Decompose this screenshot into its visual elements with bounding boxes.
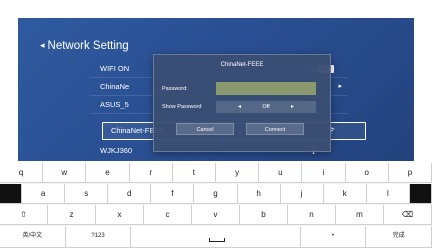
key-z[interactable]: z [48,205,96,225]
key-q[interactable]: q [0,163,44,183]
key-v[interactable]: v [192,205,240,225]
chevron-left-icon[interactable]: ◂ [40,40,45,50]
key-l[interactable]: l [366,184,410,204]
shift-key[interactable]: ⇧ [0,205,48,225]
key-b[interactable]: b [240,205,288,225]
wifi-on-label: WIFI ON [100,64,130,73]
dialog-title: ChinaNet-FEEE [220,62,264,68]
space-key[interactable] [131,226,301,248]
keyboard-row-1: q w e r t y u i o p [0,163,432,183]
key-w[interactable]: w [43,163,87,183]
keyboard-row-4: 英/中文 ?123 • 完成 [0,226,432,248]
key-a[interactable]: a [22,184,66,204]
keyboard-row-3: ⇧ z x c v b n m ⌫ [0,205,432,225]
shift-icon: ⇧ [20,210,27,219]
password-dialog: ChinaNet-FEEE Password: Show Password ◂ … [153,54,331,152]
key-i[interactable]: i [302,163,346,183]
show-password-selector[interactable]: ◂ Off ▸ [216,101,316,113]
key-o[interactable]: o [345,163,389,183]
on-screen-keyboard: q w e r t y u i o p a s d f g h j k l ⇧ [0,163,432,248]
key-p[interactable]: p [388,163,432,183]
space-icon [208,238,225,242]
key-g[interactable]: g [194,184,238,204]
network-label: WJKJ360 [100,146,133,155]
key-f[interactable]: f [151,184,195,204]
show-password-label: Show Password [162,104,202,110]
key-s[interactable]: s [65,184,109,204]
cancel-button[interactable]: Cancel [176,123,234,135]
key-h[interactable]: h [237,184,281,204]
screen: ◂ Network Setting WIFI ON ChinaNe ▸ ASUS_… [0,0,432,248]
key-j[interactable]: j [280,184,324,204]
numbers-key[interactable]: ?123 [65,226,132,248]
backspace-key[interactable]: ⌫ [384,205,432,225]
language-switch-key[interactable]: 英/中文 [0,226,66,248]
period-key[interactable]: • [300,226,367,248]
network-label: ChinaNe [100,82,130,91]
key-k[interactable]: k [323,184,367,204]
backspace-icon: ⌫ [401,210,414,219]
key-t[interactable]: t [172,163,217,183]
key-n[interactable]: n [288,205,336,225]
done-key[interactable]: 完成 [366,226,432,248]
chevron-right-icon: ▸ [338,83,342,90]
arrow-right-icon[interactable]: ▸ [291,101,294,113]
key-x[interactable]: x [96,205,144,225]
network-settings-panel: ◂ Network Setting WIFI ON ChinaNe ▸ ASUS_… [18,18,414,161]
key-d[interactable]: d [108,184,152,204]
show-password-value: Off [262,104,270,110]
key-spacer [0,184,23,204]
page-title[interactable]: ◂ Network Setting [40,38,129,53]
password-label: Password: [162,86,188,92]
connect-button[interactable]: Connect [246,123,304,135]
key-c[interactable]: c [144,205,192,225]
page-title-text: Network Setting [47,40,129,52]
key-u[interactable]: u [259,163,303,183]
password-input[interactable] [216,82,316,95]
keyboard-row-2: a s d f g h j k l [0,184,432,204]
key-e[interactable]: e [86,163,130,183]
key-r[interactable]: r [129,163,173,183]
key-m[interactable]: m [336,205,384,225]
key-spacer [409,184,432,204]
key-y[interactable]: y [216,163,260,183]
network-label: ASUS_5 [100,100,129,109]
